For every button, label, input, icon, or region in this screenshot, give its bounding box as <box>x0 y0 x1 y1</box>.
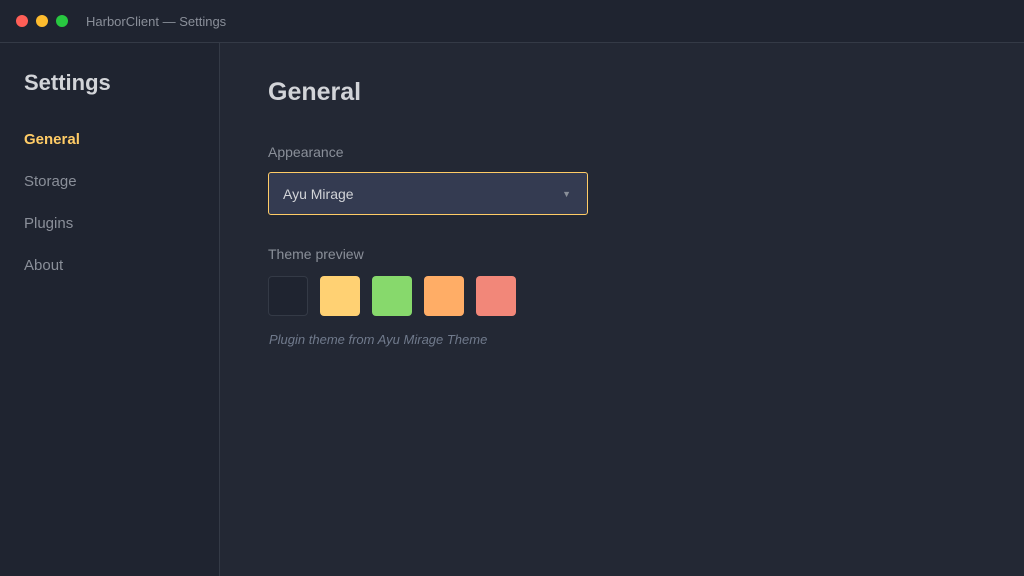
close-window-button[interactable] <box>16 15 28 27</box>
chevron-down-icon: ▼ <box>562 188 571 199</box>
sidebar: Settings General Storage Plugins About <box>0 43 220 576</box>
sidebar-title: Settings <box>24 70 111 95</box>
sidebar-item-general[interactable]: General <box>24 131 80 148</box>
sidebar-item-plugins[interactable]: Plugins <box>24 215 73 232</box>
theme-source-note: Plugin theme from Ayu Mirage Theme <box>269 332 488 347</box>
main-panel: General Appearance Ayu Mirage ▼ Theme pr… <box>220 43 1024 576</box>
theme-swatch <box>268 276 308 316</box>
maximize-window-button[interactable] <box>56 15 68 27</box>
title-bar: HarborClient — Settings <box>0 0 1024 43</box>
theme-swatch <box>424 276 464 316</box>
appearance-select[interactable]: Ayu Mirage ▼ <box>268 172 588 215</box>
theme-swatch <box>476 276 516 316</box>
appearance-select-value: Ayu Mirage <box>283 185 354 202</box>
theme-swatch <box>320 276 360 316</box>
theme-swatch <box>372 276 412 316</box>
window-controls <box>16 15 76 27</box>
sidebar-item-about[interactable]: About <box>24 257 63 274</box>
appearance-label: Appearance <box>268 144 344 160</box>
theme-preview-label: Theme preview <box>268 246 364 262</box>
minimize-window-button[interactable] <box>36 15 48 27</box>
theme-swatches <box>268 276 528 316</box>
page-title: General <box>268 78 362 106</box>
window-title: HarborClient — Settings <box>86 13 227 29</box>
sidebar-item-storage[interactable]: Storage <box>24 173 77 190</box>
